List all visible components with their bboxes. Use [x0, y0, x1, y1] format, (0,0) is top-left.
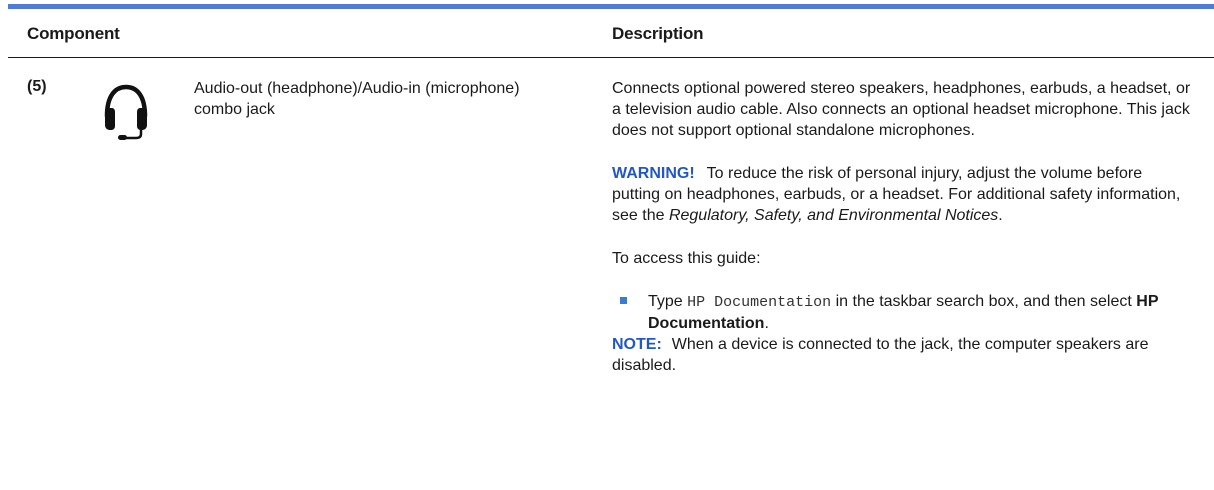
note-text: When a device is connected to the jack, …	[612, 336, 1149, 374]
warning-label: WARNING!	[612, 165, 695, 182]
bullet-code: HP Documentation	[687, 294, 832, 311]
warning-doc-title: Regulatory, Safety, and Environmental No…	[668, 207, 999, 224]
bullet-end: .	[764, 315, 769, 332]
table-header: Component Description	[8, 9, 1214, 57]
header-description: Description	[612, 24, 704, 43]
list-item: Type HP Documentation in the taskbar sea…	[612, 291, 1192, 334]
description-paragraph: Connects optional powered stereo speaker…	[612, 80, 1191, 139]
header-component: Component	[27, 24, 120, 43]
headset-icon	[101, 82, 151, 142]
warning-paragraph: WARNING! To reduce the risk of personal i…	[612, 163, 1192, 226]
access-paragraph: To access this guide:	[612, 250, 761, 267]
bullet-icon	[620, 297, 627, 304]
warning-end: .	[998, 207, 1003, 224]
bullet-pre: Type	[648, 293, 683, 310]
table-row: (5) Audio-out (headphone)/Audio-in (micr…	[8, 58, 1214, 490]
note-paragraph: NOTE: When a device is connected to the j…	[612, 334, 1192, 376]
item-number: (5)	[27, 78, 47, 95]
note-label: NOTE:	[612, 336, 662, 353]
component-description: Connects optional powered stereo speaker…	[612, 78, 1192, 376]
component-name: Audio-out (headphone)/Audio-in (micropho…	[194, 80, 520, 118]
bullet-mid: in the taskbar search box, and then sele…	[835, 293, 1132, 310]
